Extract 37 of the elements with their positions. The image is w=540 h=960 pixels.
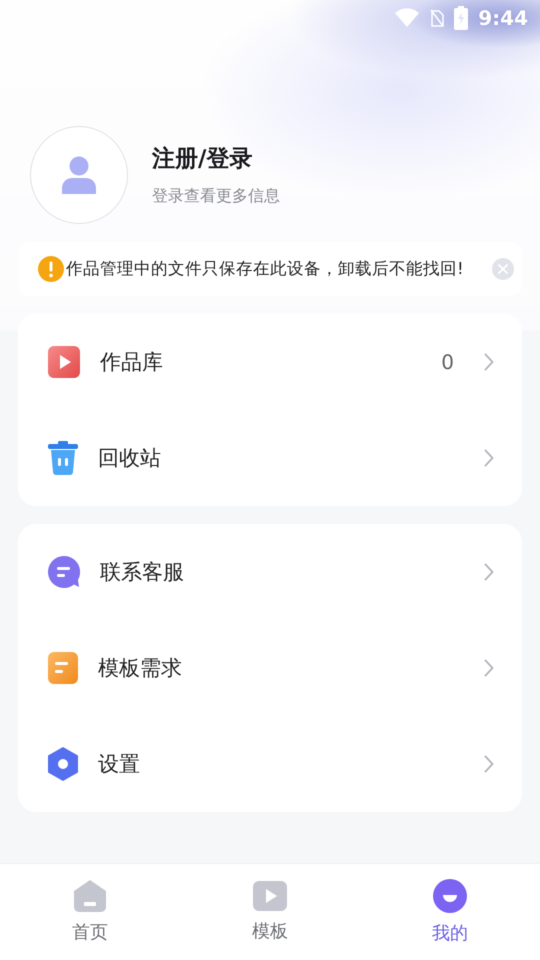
menu-label: 作品库	[100, 349, 164, 376]
status-time: 9:44	[478, 6, 528, 30]
warning-icon	[38, 256, 64, 282]
chevron-icon	[484, 563, 494, 581]
nav-tab[interactable]: 我的	[360, 864, 540, 960]
chevron-icon	[484, 449, 494, 467]
menu-label: 设置	[98, 751, 141, 778]
close-icon[interactable]	[492, 258, 514, 280]
menu-item[interactable]: 联系客服	[18, 524, 522, 620]
play-icon	[253, 881, 287, 911]
menu-label: 回收站	[98, 445, 162, 472]
menu-label: 联系客服	[100, 559, 185, 586]
login-subtitle: 登录查看更多信息	[152, 186, 280, 207]
menu-label: 模板需求	[98, 655, 183, 682]
notice-text: 作品管理中的文件只保存在此设备，卸载后不能找回!	[66, 258, 465, 280]
item-count: 0	[441, 350, 454, 374]
nav-tab[interactable]: 模板	[180, 864, 360, 960]
person-icon	[61, 156, 97, 194]
trash-icon	[48, 441, 78, 475]
chevron-icon	[484, 659, 494, 677]
menu-item[interactable]: 模板需求	[18, 620, 522, 716]
hexagon-icon	[48, 747, 78, 781]
home-icon	[74, 880, 106, 912]
no-sim-icon	[430, 8, 444, 28]
smile-icon	[433, 879, 467, 913]
menu-item[interactable]: 作品库 0	[18, 314, 522, 410]
chevron-icon	[484, 353, 494, 371]
chevron-icon	[484, 755, 494, 773]
nav-tab[interactable]: 首页	[0, 864, 180, 960]
menu-item[interactable]: 设置	[18, 716, 522, 812]
play-icon	[48, 346, 80, 378]
chat-icon	[48, 556, 80, 588]
battery-icon	[454, 6, 468, 30]
menu-item[interactable]: 回收站	[18, 410, 522, 506]
login-title[interactable]: 注册/登录	[152, 143, 280, 174]
wifi-icon	[394, 8, 420, 28]
document-icon	[48, 652, 78, 684]
